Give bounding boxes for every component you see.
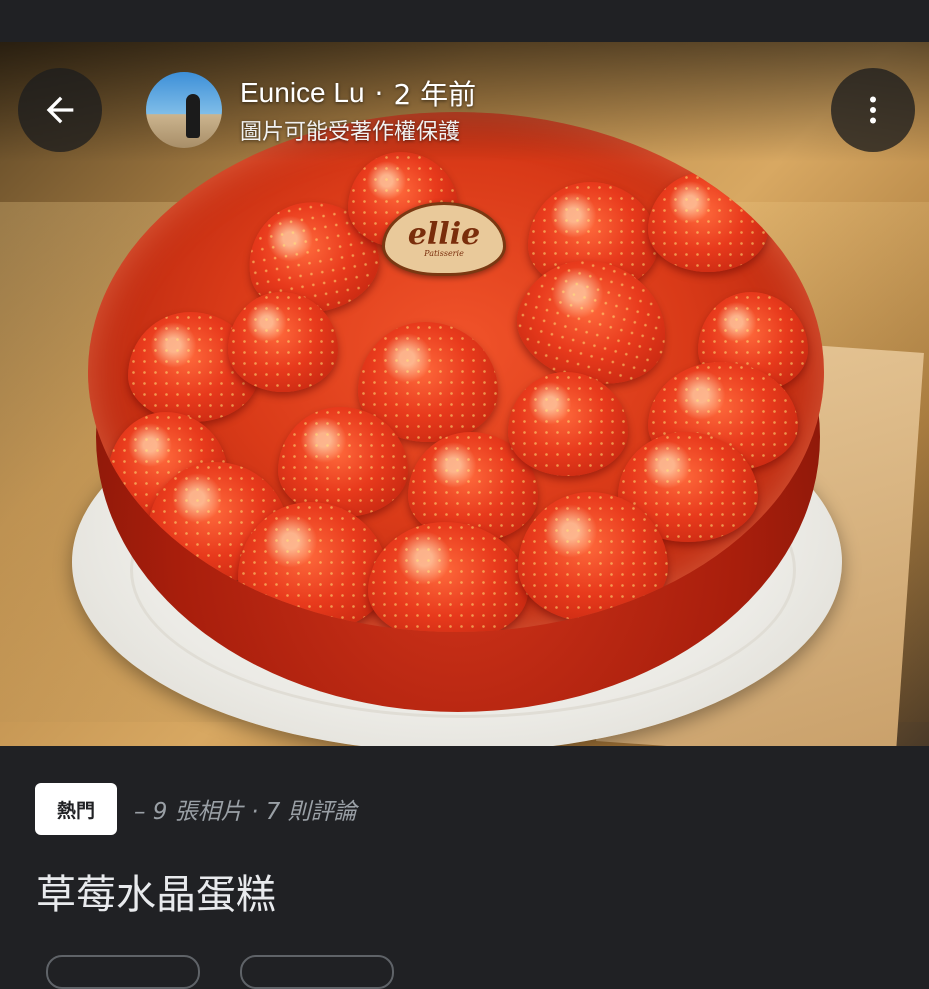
back-button[interactable] [18,68,102,152]
separator-dot: · [374,76,384,110]
copyright-notice: 圖片可能受著作權保護 [240,120,461,145]
more-options-button[interactable] [831,68,915,152]
strawberry-cake [88,112,824,632]
time-ago: 2 年前 [393,78,477,111]
strawberry [505,244,681,400]
logo-text: ellie [407,216,481,252]
logo-subtext: Patisserie [424,248,464,258]
author-name[interactable]: Eunice Lu [240,77,365,109]
more-vert-icon [870,96,876,124]
arrow-back-icon [46,96,74,124]
action-chip[interactable] [46,955,200,989]
strawberry [508,372,628,476]
strawberry [368,522,528,632]
dish-title: 草莓水晶蛋糕 [36,872,276,918]
status-bar-area [0,0,929,42]
author-avatar[interactable] [146,72,222,148]
action-chip[interactable] [240,955,394,989]
avatar-figure [186,94,200,138]
strawberry [648,172,768,272]
strawberry [238,502,388,632]
author-line: Eunice Lu · 2 年前 [240,74,476,112]
popular-badge: 熱門 [35,783,117,835]
photo-review-count: – 9 張相片 · 7 則評論 [134,799,357,825]
